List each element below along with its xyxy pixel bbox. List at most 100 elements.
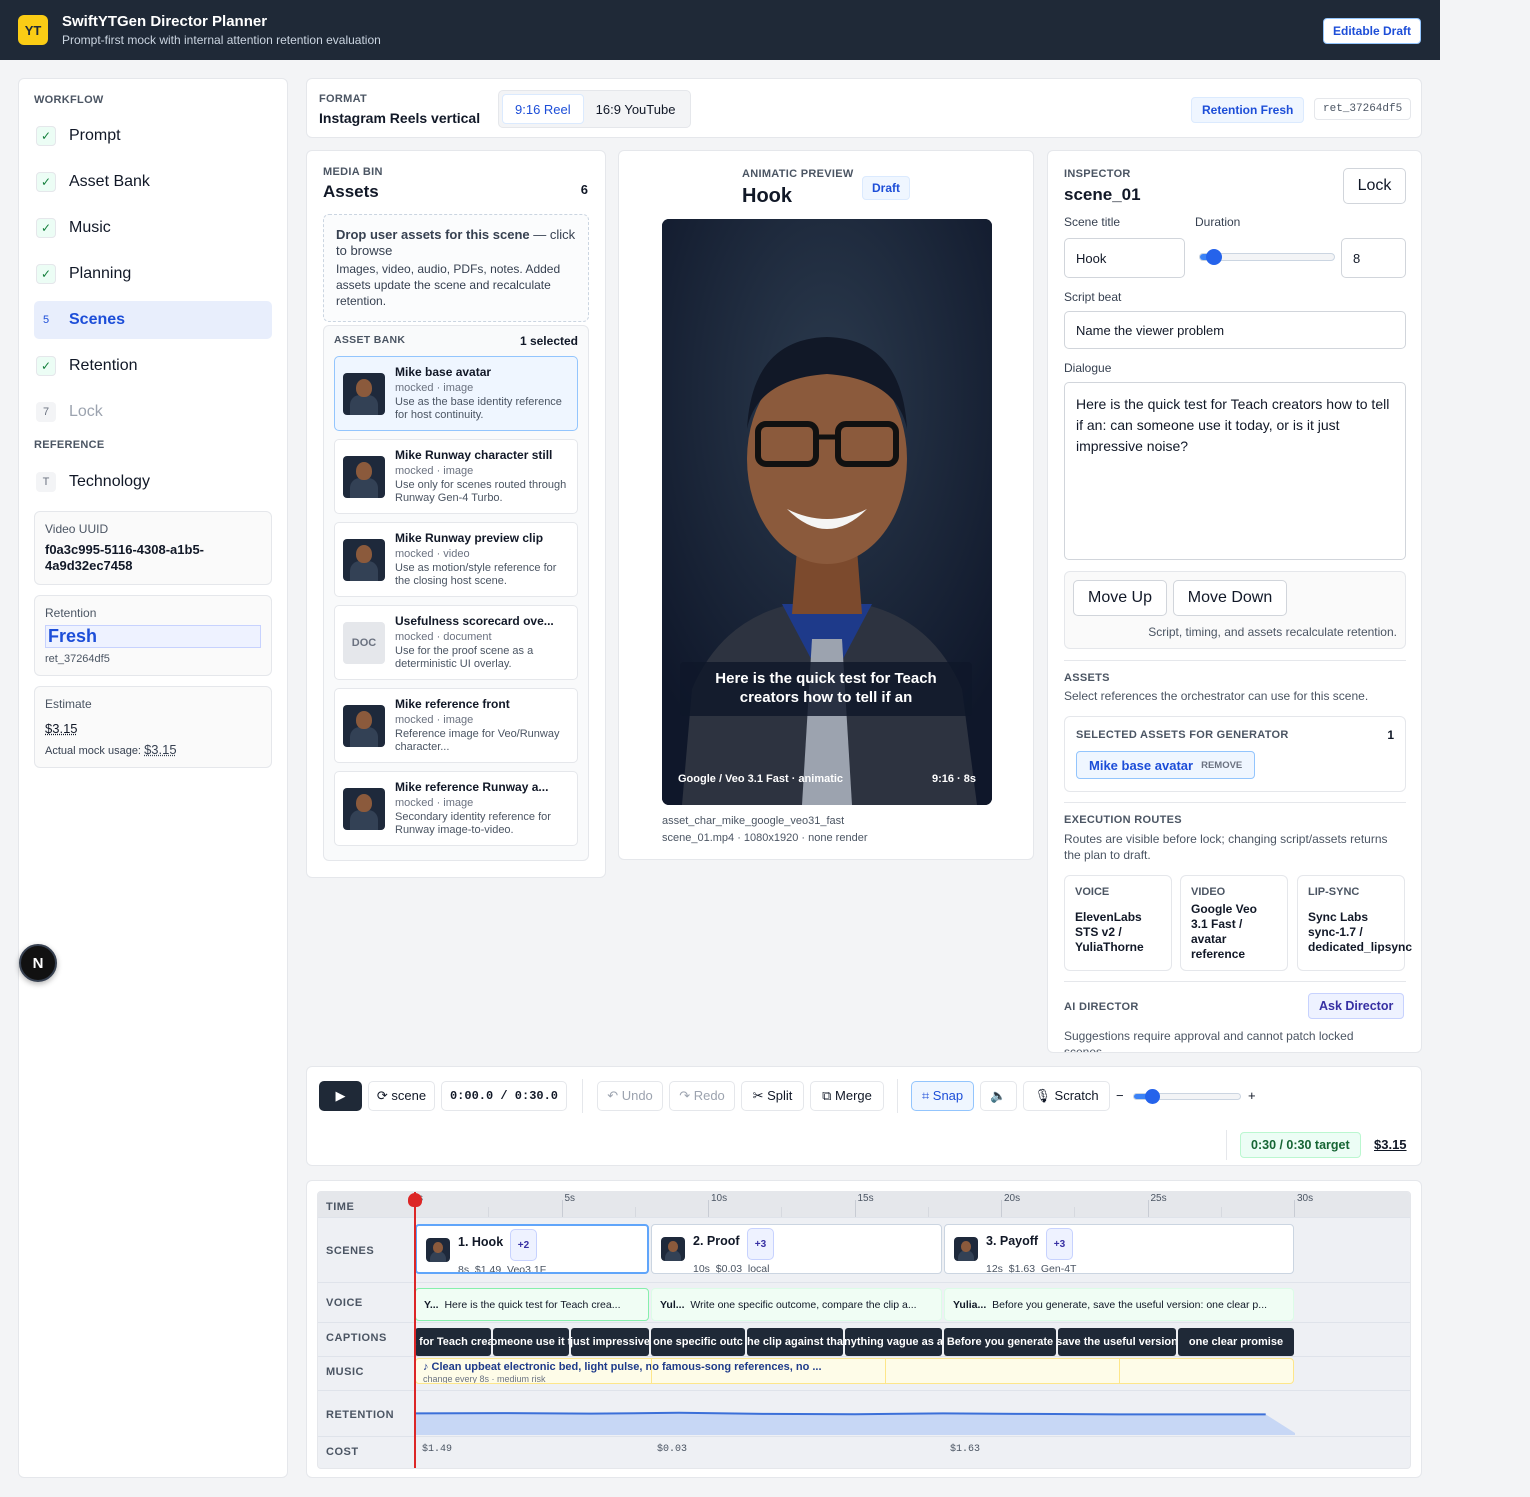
scene-clip-payoff[interactable]: 3. Payoff +3 12s $1.63 Gen-4T <box>944 1224 1294 1274</box>
selected-count: 1 selected <box>519 334 578 348</box>
caption-clip[interactable]: he clip against tha <box>747 1328 843 1356</box>
avatar-thumbnail <box>343 538 385 581</box>
voice-clip[interactable]: Yul... Write one specific outcome, compa… <box>651 1288 942 1321</box>
total-cost: $3.15 <box>1374 1137 1407 1152</box>
sidebar-item-planning[interactable]: ✓ Planning <box>34 255 272 293</box>
caption-clip[interactable]: one specific outc <box>651 1328 745 1356</box>
redo-button[interactable]: ↷ Redo <box>669 1081 735 1111</box>
retention-status: Fresh <box>45 625 261 648</box>
sidebar-item-retention[interactable]: ✓ Retention <box>34 347 272 385</box>
cost-hook: $1.49 <box>422 1444 453 1455</box>
retention-fresh-badge: Retention Fresh <box>1191 97 1305 123</box>
zoom-in-icon[interactable]: + <box>1248 1088 1256 1103</box>
sidebar-item-music[interactable]: ✓ Music <box>34 209 272 247</box>
voice-clip[interactable]: Yulia... Before you generate, save the u… <box>944 1288 1294 1321</box>
dialogue-textarea[interactable]: Here is the quick test for Teach creator… <box>1064 382 1406 560</box>
video-footer-right: 9:16 · 8s <box>931 773 976 785</box>
caption-clip[interactable]: omeone use it t <box>493 1328 569 1356</box>
time-tick-label: 20s <box>1004 1193 1021 1204</box>
mute-icon[interactable]: 🔈 <box>980 1081 1017 1111</box>
scene-clip-proof[interactable]: 2. Proof +3 10s $0.03 local <box>651 1224 942 1274</box>
step-number: 7 <box>36 402 56 422</box>
time-tick-label: 5s <box>564 1193 576 1204</box>
music-clip[interactable]: ♪ Clean upbeat electronic bed, light pul… <box>415 1358 1294 1384</box>
floating-n-button[interactable]: N <box>19 944 57 982</box>
asset-card[interactable]: DOC Usefulness scorecard ove... mocked · d… <box>334 605 578 680</box>
time-tick <box>708 1200 709 1217</box>
move-up-button[interactable]: Move Up <box>1073 580 1167 616</box>
caption-clip[interactable]: save the useful version <box>1058 1328 1176 1356</box>
timecode-display: 0:00.0 / 0:30.0 <box>441 1081 567 1111</box>
sidebar-item-asset-bank[interactable]: ✓ Asset Bank <box>34 163 272 201</box>
asset-card[interactable]: Mike reference front mocked · image Refere… <box>334 688 578 763</box>
video-player[interactable]: Here is the quick test for Teach creator… <box>662 219 992 805</box>
video-caption-overlay: Here is the quick test for Teach creator… <box>680 662 972 716</box>
sidebar-item-scenes[interactable]: 5 Scenes <box>34 301 272 339</box>
caption-clip[interactable]: Before you generate <box>944 1328 1056 1356</box>
caption-clip[interactable]: nything vague as a <box>845 1328 942 1356</box>
play-button[interactable]: ▶ <box>319 1081 362 1111</box>
editable-draft-badge[interactable]: Editable Draft <box>1322 18 1421 44</box>
app-subtitle: Prompt-first mock with internal attentio… <box>62 33 381 47</box>
lock-button[interactable]: Lock <box>1343 168 1406 204</box>
duration-slider[interactable] <box>1199 249 1335 265</box>
caption-clip[interactable]: one clear promise <box>1178 1328 1294 1356</box>
asset-count-badge: +3 <box>747 1228 774 1260</box>
avatar-thumbnail <box>343 787 385 830</box>
document-icon: DOC <box>343 621 385 664</box>
scene-title-input[interactable]: Hook <box>1064 238 1185 278</box>
avatar-thumbnail <box>426 1238 450 1262</box>
undo-button[interactable]: ↶ Undo <box>597 1081 663 1111</box>
scene-loop-button[interactable]: ⟳ scene <box>368 1081 435 1111</box>
scene-clip-hook[interactable]: 1. Hook +2 8s $1.49 Veo3.1F <box>415 1224 649 1274</box>
split-button[interactable]: ✂ Split <box>741 1081 804 1111</box>
merge-button[interactable]: ⧉ Merge <box>810 1081 884 1111</box>
slider-thumb[interactable] <box>1206 249 1222 265</box>
avatar-thumbnail <box>343 455 385 498</box>
asset-bank: ASSET BANK 1 selected Mike base avatar mo… <box>323 325 589 861</box>
animatic-preview: ANIMATIC PREVIEW Hook Draft Here is the … <box>618 150 1034 860</box>
check-icon: ✓ <box>36 356 56 376</box>
scratch-button[interactable]: 🎙 Scratch <box>1023 1081 1110 1111</box>
cost-proof: $0.03 <box>657 1444 688 1455</box>
asset-card[interactable]: Mike reference Runway a... mocked · image… <box>334 771 578 846</box>
zoom-out-icon[interactable]: − <box>1116 1088 1124 1103</box>
script-beat-input[interactable]: Name the viewer problem <box>1064 311 1406 349</box>
playhead[interactable] <box>414 1192 416 1468</box>
sidebar-item-lock[interactable]: 7 Lock <box>34 393 272 431</box>
app-logo: YT <box>18 15 48 45</box>
ask-director-button[interactable]: Ask Director <box>1308 993 1405 1019</box>
video-footer-left: Google / Veo 3.1 Fast · animatic <box>678 773 844 785</box>
caption-clip[interactable]: t for Teach crea <box>415 1328 491 1356</box>
playhead-handle[interactable] <box>408 1193 422 1207</box>
row-label-music: MUSIC <box>326 1366 364 1378</box>
reorder-box: Move Up Move Down Script, timing, and as… <box>1064 571 1406 649</box>
format-value: Instagram Reels vertical <box>319 110 481 126</box>
retention-line <box>415 1411 1266 1416</box>
duration-input[interactable]: 8 <box>1341 238 1406 278</box>
time-tick <box>1001 1200 1002 1217</box>
sidebar-item-prompt[interactable]: ✓ Prompt <box>34 117 272 155</box>
format-bar: FORMAT Instagram Reels vertical 9:16 Ree… <box>306 78 1422 138</box>
sidebar-item-technology[interactable]: T Technology <box>34 463 272 501</box>
asset-dropzone[interactable]: Drop user assets for this scene — click … <box>323 214 589 322</box>
asset-card[interactable]: Mike base avatar mocked · image Use as the… <box>334 356 578 431</box>
asset-count-badge: +2 <box>510 1229 537 1261</box>
move-down-button[interactable]: Move Down <box>1173 580 1287 616</box>
remove-asset-button[interactable]: REMOVE <box>1201 760 1242 771</box>
timeline-panel: TIME SCENES VOICE CAPTIONS MUSIC RETENTI… <box>306 1180 1422 1478</box>
asset-card[interactable]: Mike Runway preview clip mocked · video Us… <box>334 522 578 597</box>
voice-clip[interactable]: Y... Here is the quick test for Teach cr… <box>415 1288 649 1321</box>
asset-card[interactable]: Mike Runway character still mocked · imag… <box>334 439 578 514</box>
route-lipsync: LIP-SYNC Sync Labs sync-1.7 / dedicated_l… <box>1297 875 1412 971</box>
format-option-reel[interactable]: 9:16 Reel <box>502 94 584 124</box>
time-subtick <box>488 1207 490 1217</box>
preview-title: Hook <box>742 185 792 207</box>
time-subtick <box>1220 1207 1222 1217</box>
caption-clip[interactable]: just impressive <box>571 1328 649 1356</box>
zoom-slider-thumb[interactable] <box>1145 1089 1161 1104</box>
format-option-youtube[interactable]: 16:9 YouTube <box>584 94 688 124</box>
video-uuid: f0a3c995-5116-4308-a1b5-4a9d32ec7458 <box>45 542 205 573</box>
zoom-slider[interactable] <box>1133 1089 1241 1104</box>
snap-toggle[interactable]: ⌗ Snap <box>911 1081 974 1111</box>
